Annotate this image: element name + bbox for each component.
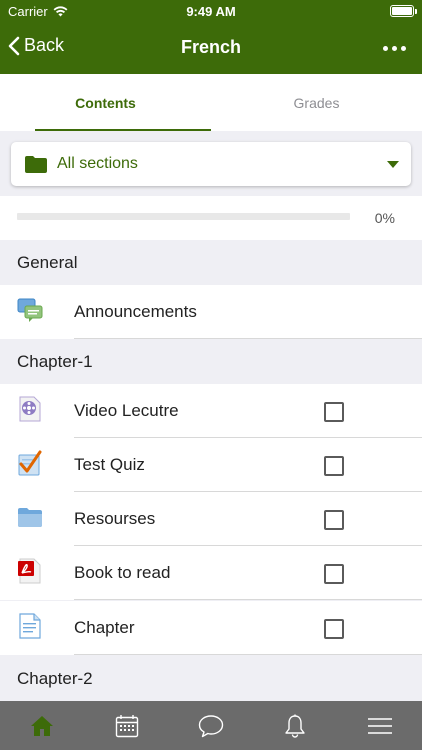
section-header-chapter-2[interactable]: Chapter-2 [0, 656, 422, 701]
quiz-icon [18, 450, 42, 476]
segment-tabs: Contents Grades [0, 74, 422, 131]
more-dot [391, 45, 397, 51]
more-dot [382, 45, 388, 51]
section-header-chapter-1[interactable]: Chapter-1 [0, 339, 422, 384]
list-item-video-lecture[interactable]: Video Lecutre [0, 384, 422, 438]
forum-icon [17, 298, 43, 322]
list-item-announcements[interactable]: Announcements [0, 285, 422, 339]
status-bar: Carrier 9:49 AM [0, 0, 422, 22]
tab-grades[interactable]: Grades [211, 74, 422, 131]
nav-bar: Back French [0, 22, 422, 74]
home-icon [31, 715, 54, 736]
more-options-button[interactable] [380, 38, 408, 58]
completion-checkbox[interactable] [324, 456, 344, 476]
battery-icon [390, 5, 417, 17]
tabbar-notifications[interactable] [253, 701, 337, 750]
page-icon [19, 613, 41, 639]
divider [74, 599, 422, 600]
bell-icon [285, 714, 306, 738]
completion-checkbox[interactable] [324, 564, 344, 584]
clock: 9:49 AM [186, 4, 236, 19]
pdf-icon [18, 558, 41, 584]
tab-contents[interactable]: Contents [0, 74, 211, 131]
course-progress: 0% [0, 196, 422, 240]
item-name: Book to read [74, 563, 171, 582]
caret-down-icon [387, 161, 399, 168]
folder-icon [18, 508, 42, 527]
list-item-resources[interactable]: Resourses [0, 492, 422, 546]
item-name: Chapter [74, 618, 135, 637]
section-header-general[interactable]: General [0, 240, 422, 285]
item-name: Video Lecutre [74, 401, 179, 420]
list-item-book-to-read[interactable]: Book to read [0, 546, 422, 600]
more-dot [400, 45, 406, 51]
section-selector-label: All sections [57, 155, 138, 172]
list-item-test-quiz[interactable]: Test Quiz [0, 438, 422, 492]
progress-bar [17, 213, 350, 220]
item-name: Test Quiz [74, 455, 145, 474]
chevron-left-icon [8, 36, 20, 55]
completion-checkbox[interactable] [324, 510, 344, 530]
progress-percent: 0% [374, 210, 395, 226]
list-item-chapter[interactable]: Chapter [0, 601, 422, 655]
item-name: Announcements [74, 302, 197, 321]
folder-icon [25, 156, 47, 173]
back-button[interactable]: Back [8, 35, 64, 56]
tabbar-calendar[interactable] [84, 701, 168, 750]
section-selector[interactable]: All sections [11, 142, 411, 186]
chat-icon [198, 714, 224, 737]
back-label: Back [24, 35, 65, 55]
tabbar-more-menu[interactable] [338, 701, 422, 750]
menu-icon [367, 717, 392, 734]
calendar-icon [115, 714, 138, 737]
tabbar-home[interactable] [0, 701, 84, 750]
divider [74, 654, 422, 655]
completion-checkbox[interactable] [324, 619, 344, 639]
tabbar-messages[interactable] [169, 701, 253, 750]
item-name: Resourses [74, 509, 156, 528]
video-file-icon [19, 396, 41, 422]
completion-checkbox[interactable] [324, 402, 344, 422]
bottom-tab-bar [0, 701, 422, 750]
